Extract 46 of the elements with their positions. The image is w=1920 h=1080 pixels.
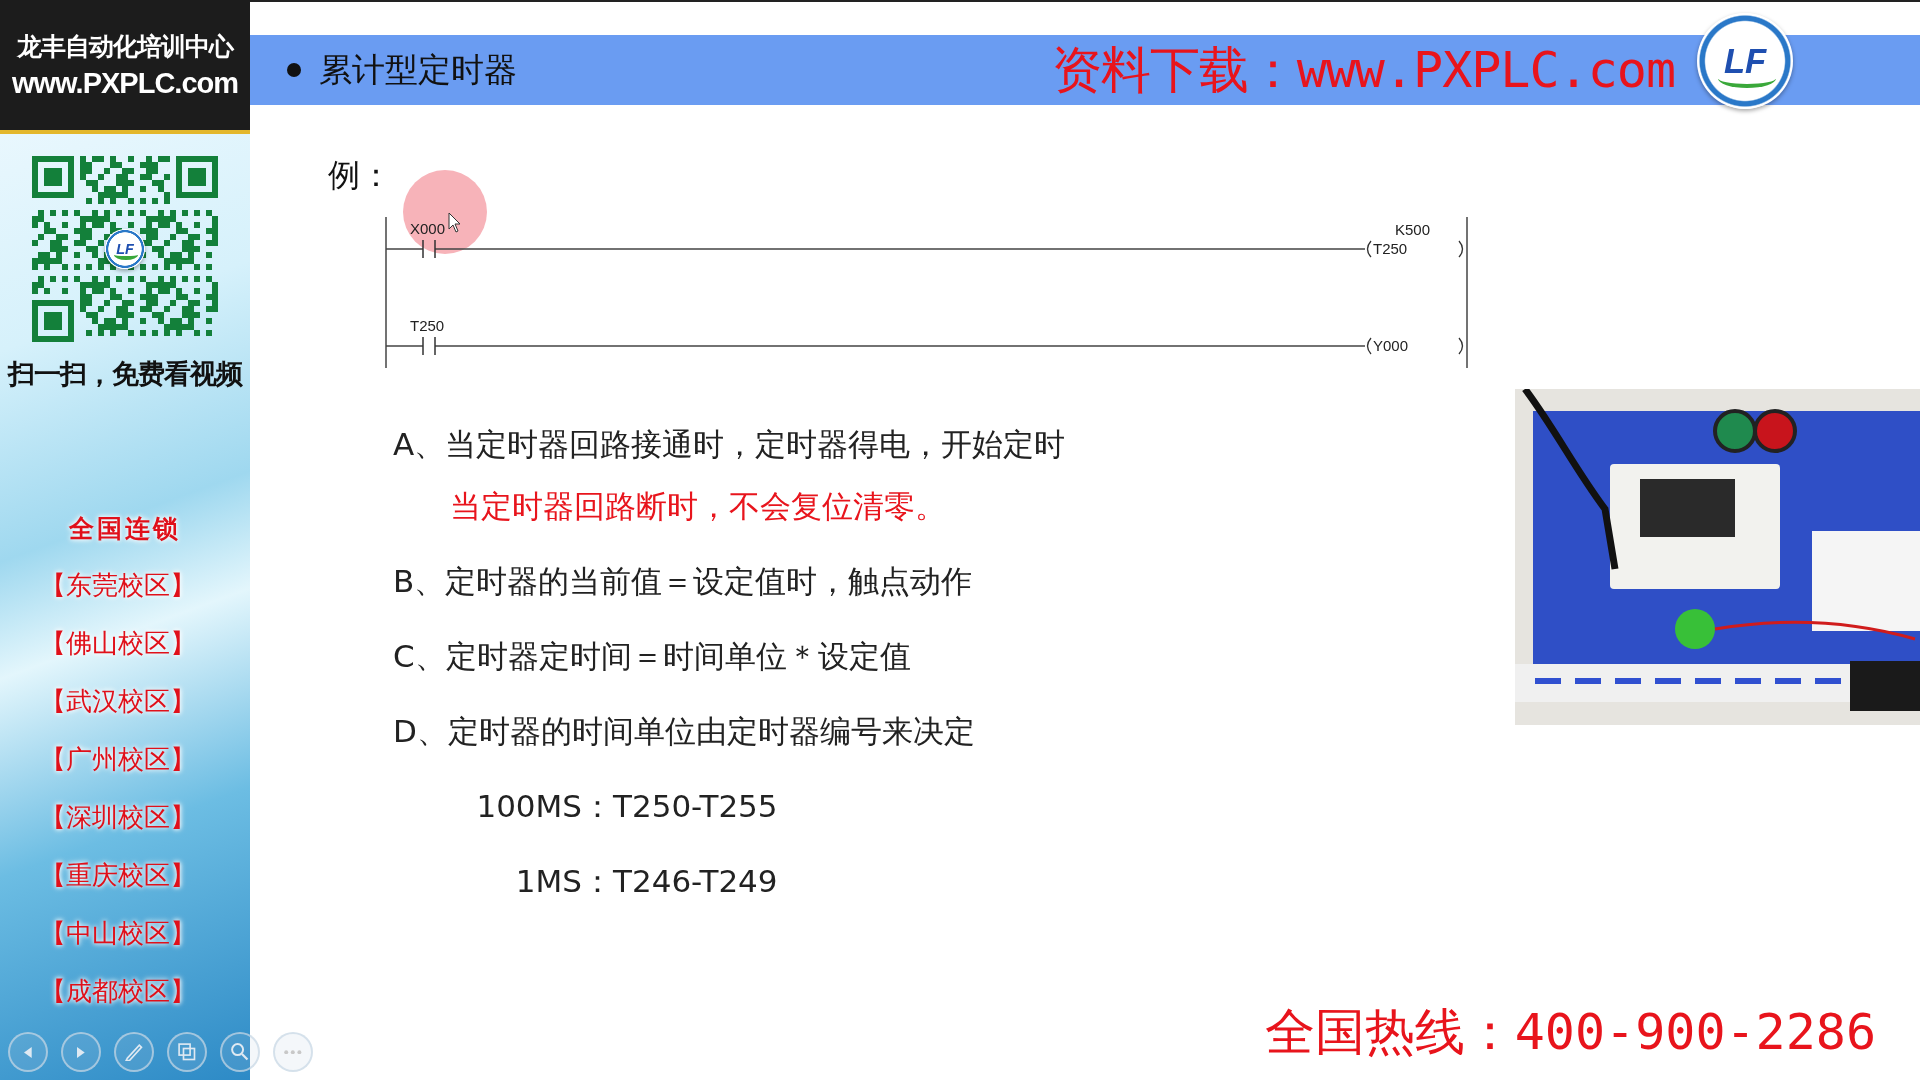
contact-symbol (422, 336, 436, 356)
logo: LF (105, 229, 145, 269)
brand-url: www.PXPLC.com (12, 67, 238, 100)
campus-label: 【武汉校区】 (39, 685, 197, 718)
triangle-left-icon (24, 1046, 32, 1058)
brand-name: 龙丰自动化培训中心 (17, 31, 233, 63)
slide-title: 累计型定时器 (319, 48, 517, 91)
next-button[interactable] (61, 1032, 101, 1072)
hotline-text: 全国热线：400-900-2286 (1264, 1002, 1876, 1063)
campus-label: 【广州校区】 (39, 743, 197, 776)
point-text: B、定时器的当前值＝设定值时，触点动作 (393, 562, 974, 601)
coil-label: Y000 (1373, 337, 1409, 354)
point-text: A、当定时器回路接通时，定时器得电，开始定时 (393, 425, 1066, 464)
contact-label: T250 (410, 317, 445, 334)
campus-label: 【重庆校区】 (39, 859, 197, 892)
slides-icon (178, 1043, 196, 1061)
triangle-right-icon (77, 1046, 85, 1058)
contact-label: X000 (410, 220, 446, 237)
setting-label: K500 (1395, 221, 1431, 238)
logo: LF (1697, 13, 1793, 109)
cursor-icon (448, 212, 462, 234)
coil-label: T250 (1373, 240, 1408, 257)
range-label: 1MS： (514, 862, 613, 901)
campus-label: 【深圳校区】 (39, 801, 197, 834)
campus-label: 【佛山校区】 (39, 627, 197, 660)
contact-symbol (422, 239, 436, 259)
campus-label: 【成都校区】 (39, 975, 197, 1008)
pen-button[interactable] (114, 1032, 154, 1072)
range-value: T250-T255 (613, 787, 779, 826)
range-value: T246-T249 (613, 862, 779, 901)
download-text: 资料下载：www.PXPLC.com (1051, 39, 1675, 101)
campus-label: 【东莞校区】 (39, 569, 197, 602)
warning-text: 当定时器回路断时，不会复位清零。 (449, 487, 947, 526)
previous-button[interactable] (8, 1032, 48, 1072)
bullet-icon (287, 63, 301, 77)
point-text: C、定时器定时间＝时间单位＊设定值 (393, 637, 912, 676)
chain-title: 全国连锁 (68, 513, 182, 545)
ellipsis-icon (284, 1049, 302, 1055)
slides-button[interactable] (167, 1032, 207, 1072)
point-text: D、定时器的时间单位由定时器编号来决定 (393, 712, 976, 751)
pen-icon (125, 1043, 143, 1061)
campus-label: 【中山校区】 (39, 917, 197, 950)
magnifier-icon (231, 1043, 249, 1061)
range-label: 100MS： (475, 787, 613, 826)
example-label: 例： (328, 157, 392, 193)
qr-caption: 扫一扫，免费看视频 (6, 357, 244, 391)
